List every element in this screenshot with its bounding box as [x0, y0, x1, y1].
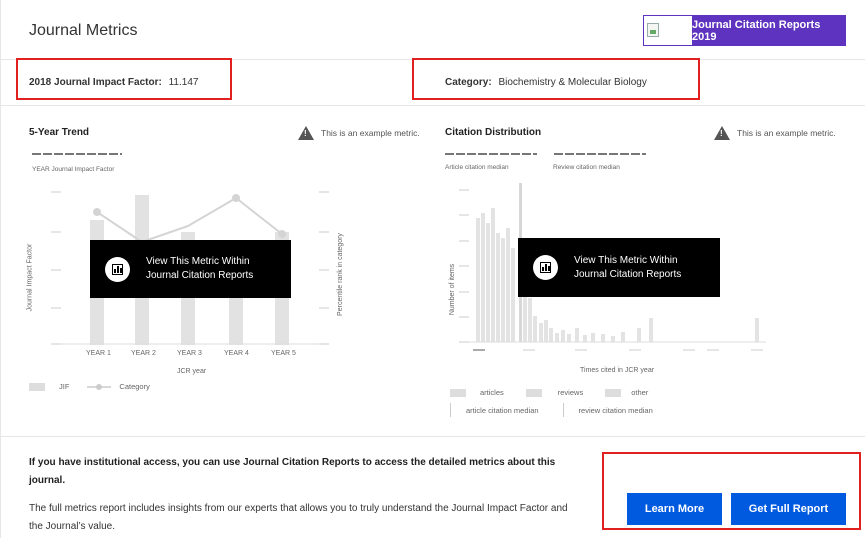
five-year-jcr-overlay-button[interactable]: View This Metric Within Journal Citation…	[90, 240, 291, 298]
jif-dash-placeholder	[32, 153, 122, 155]
legend-reviews: reviews	[557, 388, 584, 397]
citation-legend-types: articles reviews other	[450, 388, 648, 397]
category-points	[93, 194, 286, 238]
legend-jif: JIF	[59, 382, 70, 391]
year-label-1: YEAR 1	[86, 350, 111, 357]
five-year-trend-title: 5-Year Trend	[29, 127, 90, 138]
y-ticks	[459, 189, 469, 343]
citation-notice-text: This is an example metric.	[737, 128, 836, 138]
legend-other: other	[631, 388, 649, 397]
warning-icon	[714, 126, 730, 140]
report-description-text: The full metrics report includes insight…	[29, 503, 568, 532]
article-median-label: Article citation median	[445, 164, 509, 171]
citation-xlabel: Times cited in JCR year	[580, 367, 655, 374]
legend-article-median: article citation median	[466, 405, 539, 415]
learn-more-button[interactable]: Learn More	[627, 493, 722, 525]
article-median-swatch	[450, 403, 451, 417]
highlight-box-impact-factor	[16, 58, 232, 100]
bar-chart-icon	[533, 255, 558, 280]
year-label-5: YEAR 5	[271, 350, 296, 357]
five-year-ylabel-right: Percentile rank in category	[336, 233, 344, 316]
five-year-legend: JIF Category	[29, 382, 150, 391]
jcr-2019-button[interactable]: Journal Citation Reports 2019	[643, 15, 846, 46]
jif-swatch	[29, 382, 45, 391]
five-year-sub-legend: YEAR Journal Impact Factor	[32, 166, 115, 173]
citation-overlay-line1: View This Metric Within	[574, 254, 678, 266]
five-year-notice-text: This is an example metric.	[321, 128, 420, 138]
five-year-notice: This is an example metric.	[298, 126, 420, 140]
citation-ylabel: Number of items	[449, 263, 457, 316]
five-year-overlay-line1: View This Metric Within	[146, 256, 250, 267]
bar-chart-icon	[105, 256, 130, 282]
right-ticks	[319, 191, 329, 345]
five-year-ylabel-left: Journal Impact Factor	[26, 243, 34, 312]
citation-distribution-title: Citation Distribution	[445, 127, 542, 138]
year-label-2: YEAR 2	[131, 350, 156, 357]
metrics-header: Journal Metrics Journal Citation Reports…	[1, 0, 865, 60]
five-year-xlabel: JCR year	[177, 368, 207, 375]
reviews-swatch	[525, 388, 542, 397]
jcr-logo-image	[644, 16, 692, 45]
other-swatch	[605, 388, 622, 397]
year-label-4: YEAR 4	[224, 350, 249, 357]
warning-icon	[298, 126, 314, 140]
articles-swatch	[450, 388, 466, 397]
five-year-overlay-line2: Journal Citation Reports	[146, 270, 254, 281]
left-ticks	[51, 191, 61, 345]
legend-category: Category	[119, 382, 150, 391]
get-full-report-button[interactable]: Get Full Report	[731, 493, 846, 525]
citation-overlay-line2: Journal Citation Reports	[574, 268, 682, 280]
year-label-3: YEAR 3	[177, 350, 202, 357]
journal-metrics-panel: Journal Metrics Journal Citation Reports…	[0, 0, 865, 538]
review-median-label: Review citation median	[553, 164, 620, 171]
legend-review-median: review citation median	[578, 405, 653, 415]
institutional-access-text: If you have institutional access, you ca…	[29, 457, 556, 486]
review-median-dash-placeholder	[554, 153, 646, 155]
highlight-box-category	[412, 58, 700, 100]
category-line-swatch	[87, 383, 112, 390]
jcr-badge-label: Journal Citation Reports 2019	[692, 18, 821, 43]
citation-notice: This is an example metric.	[714, 126, 836, 140]
page-title: Journal Metrics	[29, 22, 138, 39]
review-median-swatch	[562, 403, 564, 417]
five-year-overlay-text: View This Metric Within Journal Citation…	[146, 255, 253, 283]
legend-articles: articles	[480, 388, 504, 397]
article-median-dash-placeholder	[445, 153, 537, 155]
citation-legend-medians: article citation median review citation …	[450, 403, 653, 417]
citation-jcr-overlay-button[interactable]: View This Metric Within Journal Citation…	[518, 238, 720, 297]
citation-overlay-text: View This Metric Within Journal Citation…	[574, 254, 681, 282]
